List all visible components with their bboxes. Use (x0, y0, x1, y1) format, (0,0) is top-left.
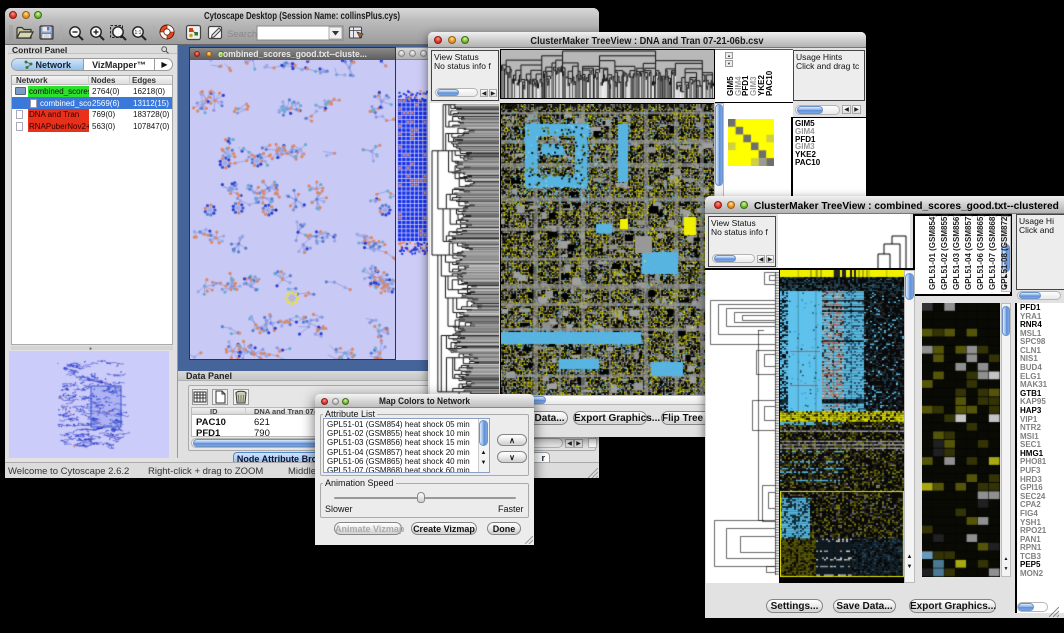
svg-text:1:1: 1:1 (135, 30, 142, 36)
svg-text:Search:: Search: (227, 29, 260, 40)
